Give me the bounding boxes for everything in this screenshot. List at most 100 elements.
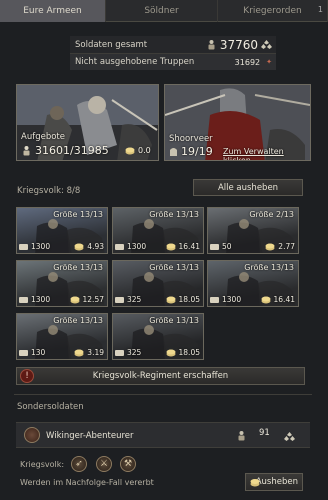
viking-shield-icon [24, 427, 40, 443]
unraised-troops-value: 31692 [234, 57, 261, 67]
regiment-stats: 1300 12.57 [19, 295, 104, 304]
regiment-soldiers: 1300 [31, 295, 51, 304]
tab-kriegerorden[interactable]: Kriegerorden 1 [218, 0, 328, 22]
regiment-soldiers: 325 [127, 295, 142, 304]
regiment-card[interactable]: Größe 13/13 325 18.05 [112, 313, 204, 360]
regiment-stats: 1300 4.93 [19, 242, 104, 251]
total-soldiers-value: 37760 [219, 37, 258, 52]
soldier-summary: Soldaten gesamt 37760 Nicht ausgehobene … [70, 36, 276, 71]
soldiers-icon [208, 40, 215, 50]
regiment-cost: 16.41 [178, 242, 200, 251]
levies-cost: 0.0 [138, 146, 151, 155]
unraised-troops-label: Nicht ausgehobene Truppen [75, 57, 195, 67]
gold-icon [261, 296, 271, 303]
special-soldiers-title: Sondersoldaten [17, 402, 84, 412]
gold-icon [250, 479, 260, 487]
warning-icon: ! [20, 369, 34, 383]
unit-type-icon [115, 243, 124, 250]
knights-label: Shoorveer [169, 134, 213, 144]
raise-special-button[interactable]: Ausheben [245, 473, 303, 491]
unit-type-icon [19, 349, 28, 356]
total-soldiers-label: Soldaten gesamt [75, 39, 148, 50]
regiment-soldiers: 1300 [127, 242, 147, 251]
knights-count: 19/19 [181, 145, 213, 158]
army-tabs: Eure Armeen Söldner Kriegerorden 1 [0, 0, 328, 22]
regiment-size: Größe 2/13 [249, 210, 294, 219]
regiment-size: Größe 13/13 [53, 316, 103, 325]
gold-icon [70, 296, 80, 303]
create-regiment-label: Kriegsvolk-Regiment erschaffen [92, 371, 229, 381]
tab-label: Söldner [144, 6, 179, 16]
total-soldiers-row: Soldaten gesamt 37760 [70, 36, 276, 53]
unraised-marker-icon: ✦ [266, 58, 272, 66]
axe-trait-icon[interactable]: ⚒ [120, 456, 136, 472]
regiment-cost: 18.05 [178, 348, 200, 357]
unraised-troops-row: Nicht ausgehobene Truppen 31692 ✦ [70, 53, 276, 70]
knights-card[interactable]: Shoorveer 19/19 Zum Verwalten klicken [164, 84, 311, 161]
tab-label: Kriegerorden [243, 6, 302, 16]
regiment-soldiers: 325 [127, 348, 142, 357]
regiment-card[interactable]: Größe 13/13 1300 12.57 [16, 260, 108, 307]
gold-icon [166, 243, 176, 250]
unit-type-icon [115, 296, 124, 303]
regiment-stats: 1300 16.41 [115, 242, 200, 251]
regiment-card[interactable]: Größe 13/13 325 18.05 [112, 260, 204, 307]
regiment-cost: 12.57 [82, 295, 104, 304]
special-soldier-row[interactable]: Wikinger-Abenteurer 91 [16, 422, 310, 448]
regiment-size: Größe 13/13 [149, 316, 199, 325]
regiment-stats: 325 18.05 [115, 295, 200, 304]
regiment-cost: 4.93 [87, 242, 104, 251]
regiment-card[interactable]: Größe 13/13 1300 4.93 [16, 207, 108, 254]
tab-count-badge: 1 [317, 5, 323, 14]
knights-value-row: 19/19 [169, 145, 213, 158]
troop-strength-icon [284, 432, 295, 441]
regiment-card[interactable]: Größe 13/13 130 3.19 [16, 313, 108, 360]
regiment-soldiers: 1300 [31, 242, 51, 251]
regiment-soldiers: 1300 [222, 295, 242, 304]
unit-type-icon [19, 296, 28, 303]
archer-trait-icon[interactable]: ➶ [71, 456, 87, 472]
regiment-soldiers: 50 [222, 242, 232, 251]
regiment-stats: 325 18.05 [115, 348, 200, 357]
inheritance-note: Werden im Nachfolge-Fall vererbt [20, 478, 154, 487]
regiment-size: Größe 13/13 [149, 210, 199, 219]
men-at-arms-title: Kriegsvolk: 8/8 [17, 186, 81, 196]
regiment-card[interactable]: Größe 2/13 50 2.77 [207, 207, 299, 254]
gold-icon [166, 296, 176, 303]
levies-label: Aufgebote [21, 132, 65, 142]
gold-icon [166, 349, 176, 356]
regiment-stats: 1300 16.41 [210, 295, 295, 304]
tab-soeldner[interactable]: Söldner [106, 0, 218, 22]
regiment-cost: 3.19 [87, 348, 104, 357]
regiment-card[interactable]: Größe 13/13 1300 16.41 [112, 207, 204, 254]
troop-strength-icon [261, 40, 272, 49]
regiment-size: Größe 13/13 [53, 263, 103, 272]
regiment-size: Größe 13/13 [149, 263, 199, 272]
gold-icon [74, 243, 84, 250]
regiment-cost: 16.41 [273, 295, 295, 304]
spear-trait-icon[interactable]: ⚔ [96, 456, 112, 472]
create-regiment-button[interactable]: ! Kriegsvolk-Regiment erschaffen [16, 367, 305, 385]
soldiers-icon [23, 146, 30, 156]
regiment-stats: 130 3.19 [19, 348, 104, 357]
levies-count: 31601/31985 [35, 144, 109, 157]
raise-all-button[interactable]: Alle ausheben [193, 179, 303, 196]
regiment-card[interactable]: Größe 13/13 1300 16.41 [207, 260, 299, 307]
tab-eure-armeen[interactable]: Eure Armeen [0, 0, 106, 22]
gold-icon [125, 147, 135, 154]
tab-label: Eure Armeen [23, 6, 82, 16]
divider [14, 394, 312, 395]
regiment-soldiers: 130 [31, 348, 46, 357]
unit-type-icon [210, 296, 219, 303]
kriegsvolk-traits-label: Kriegsvolk: [20, 460, 65, 469]
manage-knights-link[interactable]: Zum Verwalten klicken [223, 147, 310, 160]
soldiers-icon [238, 431, 245, 441]
regiment-stats: 50 2.77 [210, 242, 295, 251]
gold-icon [74, 349, 84, 356]
unit-type-icon [19, 243, 28, 250]
helmet-icon [170, 148, 177, 156]
raise-special-label: Ausheben [255, 477, 298, 487]
levies-card[interactable]: Aufgebote 31601/31985 0.0 [16, 84, 159, 161]
special-soldier-count: 91 [259, 428, 270, 438]
gold-icon [265, 243, 275, 250]
